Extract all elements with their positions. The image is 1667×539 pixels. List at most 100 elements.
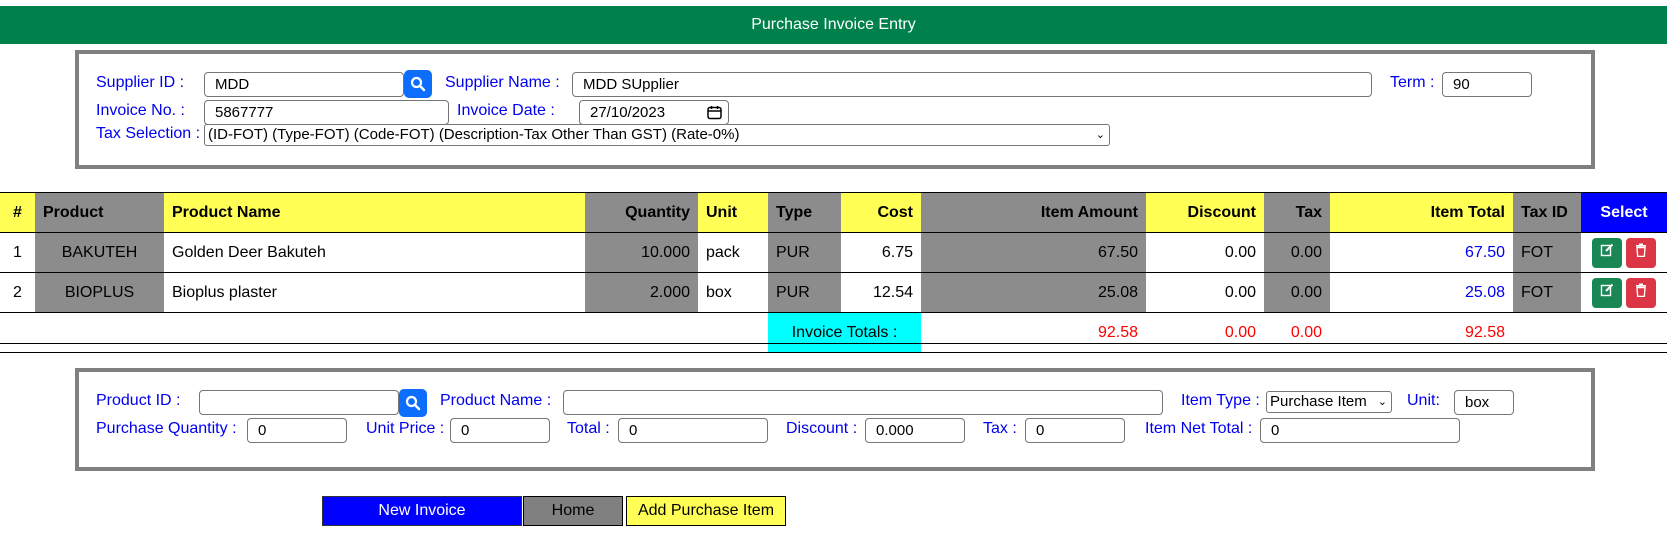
- invoice-date-label: Invoice Date :: [457, 102, 555, 119]
- col-header-select: Select: [1581, 192, 1667, 233]
- item-amount-cell: 67.50: [921, 232, 1146, 273]
- quantity-cell: 10.000: [585, 232, 698, 273]
- product-code-cell: BIOPLUS: [35, 272, 164, 313]
- term-input[interactable]: [1442, 72, 1532, 97]
- unit-label: Unit:: [1407, 392, 1440, 409]
- tax-id-cell: FOT: [1513, 272, 1581, 313]
- table-row: 1 BAKUTEH Golden Deer Bakuteh 10.000 pac…: [0, 232, 1667, 273]
- items-table: # Product Product Name Quantity Unit Typ…: [0, 192, 1667, 353]
- invoice-no-input[interactable]: [204, 100, 449, 125]
- row-number: 2: [0, 272, 35, 313]
- home-button[interactable]: Home: [523, 496, 623, 526]
- supplier-search-button[interactable]: [404, 70, 432, 98]
- totals-row: Invoice Totals : 92.58 0.00 0.00 92.58: [0, 312, 1667, 353]
- cost-cell: 12.54: [841, 272, 921, 313]
- edit-button[interactable]: [1591, 277, 1622, 308]
- search-icon: [405, 395, 421, 411]
- edit-button[interactable]: [1591, 237, 1622, 268]
- col-header-type: Type: [768, 192, 841, 233]
- supplier-name-label: Supplier Name :: [445, 74, 560, 91]
- purchase-quantity-input[interactable]: [247, 418, 347, 443]
- item-type-dropdown[interactable]: Purchase Item ⌄: [1266, 391, 1392, 413]
- product-name-label: Product Name :: [440, 392, 552, 409]
- item-amount-cell: 25.08: [921, 272, 1146, 313]
- supplier-id-label: Supplier ID :: [96, 74, 185, 91]
- unit-price-label: Unit Price :: [366, 420, 445, 437]
- chevron-down-icon: ⌄: [1377, 396, 1387, 408]
- quantity-cell: 2.000: [585, 272, 698, 313]
- supplier-name-input[interactable]: [572, 72, 1372, 97]
- discount-input[interactable]: [865, 418, 965, 443]
- total-label: Total :: [567, 420, 610, 437]
- tax-cell: 0.00: [1264, 272, 1330, 313]
- invoice-date-input[interactable]: 27/10/2023: [579, 100, 729, 125]
- row-number: 1: [0, 232, 35, 273]
- col-header-discount: Discount: [1146, 192, 1264, 233]
- total-discount: 0.00: [1146, 312, 1264, 353]
- table-header-row: # Product Product Name Quantity Unit Typ…: [0, 192, 1667, 233]
- add-purchase-item-button[interactable]: Add Purchase Item: [626, 496, 786, 526]
- tax-selection-value: (ID-FOT) (Type-FOT) (Code-FOT) (Descript…: [208, 126, 740, 143]
- unit-input[interactable]: [1454, 390, 1514, 415]
- product-id-input[interactable]: [199, 390, 399, 415]
- type-cell: PUR: [768, 232, 841, 273]
- unit-price-input[interactable]: [450, 418, 550, 443]
- discount-label: Discount :: [786, 420, 858, 437]
- calendar-icon[interactable]: [707, 105, 722, 120]
- col-header-product-name: Product Name: [164, 192, 585, 233]
- cost-cell: 6.75: [841, 232, 921, 273]
- product-code-cell: BAKUTEH: [35, 232, 164, 273]
- discount-cell: 0.00: [1146, 272, 1264, 313]
- search-icon: [410, 76, 426, 92]
- edit-icon: [1600, 283, 1613, 296]
- table-row: 2 BIOPLUS Bioplus plaster 2.000 box PUR …: [0, 272, 1667, 313]
- item-total-cell: 67.50: [1330, 232, 1513, 273]
- purchase-quantity-label: Purchase Quantity :: [96, 420, 237, 437]
- new-invoice-button[interactable]: New Invoice: [322, 496, 522, 526]
- product-name-cell: Golden Deer Bakuteh: [164, 232, 585, 273]
- trash-icon: [1636, 243, 1647, 257]
- chevron-down-icon: ⌄: [1095, 129, 1105, 141]
- tax-input[interactable]: [1025, 418, 1125, 443]
- term-label: Term :: [1390, 74, 1435, 91]
- col-header-tax: Tax: [1264, 192, 1330, 233]
- col-header-cost: Cost: [841, 192, 921, 233]
- delete-button[interactable]: [1626, 237, 1657, 268]
- discount-cell: 0.00: [1146, 232, 1264, 273]
- total-amount: 92.58: [921, 312, 1146, 353]
- select-cell: [1581, 232, 1667, 273]
- tax-id-cell: FOT: [1513, 232, 1581, 273]
- total-tax: 0.00: [1264, 312, 1330, 353]
- tax-selection-label: Tax Selection :: [96, 125, 201, 142]
- edit-icon: [1600, 243, 1613, 256]
- col-header-quantity: Quantity: [585, 192, 698, 233]
- grand-total: 92.58: [1330, 312, 1513, 353]
- invoice-totals-label: Invoice Totals :: [768, 312, 921, 353]
- item-total-cell: 25.08: [1330, 272, 1513, 313]
- tax-selection-dropdown[interactable]: (ID-FOT) (Type-FOT) (Code-FOT) (Descript…: [204, 124, 1110, 146]
- product-name-input[interactable]: [563, 390, 1163, 415]
- type-cell: PUR: [768, 272, 841, 313]
- invoice-no-label: Invoice No. :: [96, 102, 185, 119]
- product-search-button[interactable]: [399, 389, 427, 417]
- trash-icon: [1636, 283, 1647, 297]
- col-header-item-total: Item Total: [1330, 192, 1513, 233]
- invoice-header-panel: Supplier ID : Supplier Name : Term : Inv…: [75, 50, 1595, 169]
- product-id-label: Product ID :: [96, 392, 181, 409]
- unit-cell: pack: [698, 232, 768, 273]
- unit-cell: box: [698, 272, 768, 313]
- item-net-total-input[interactable]: [1260, 418, 1460, 443]
- col-header-number: #: [0, 192, 35, 233]
- item-entry-panel: Product ID : Product Name : Item Type : …: [75, 368, 1595, 471]
- product-name-cell: Bioplus plaster: [164, 272, 585, 313]
- invoice-date-value: 27/10/2023: [590, 104, 666, 121]
- total-input[interactable]: [618, 418, 768, 443]
- item-type-value: Purchase Item: [1270, 393, 1367, 410]
- table-bottom-rule: [0, 343, 1667, 344]
- col-header-tax-id: Tax ID: [1513, 192, 1581, 233]
- supplier-id-input[interactable]: [204, 72, 404, 97]
- col-header-product: Product: [35, 192, 164, 233]
- delete-button[interactable]: [1626, 277, 1657, 308]
- item-net-total-label: Item Net Total :: [1145, 420, 1253, 437]
- col-header-unit: Unit: [698, 192, 768, 233]
